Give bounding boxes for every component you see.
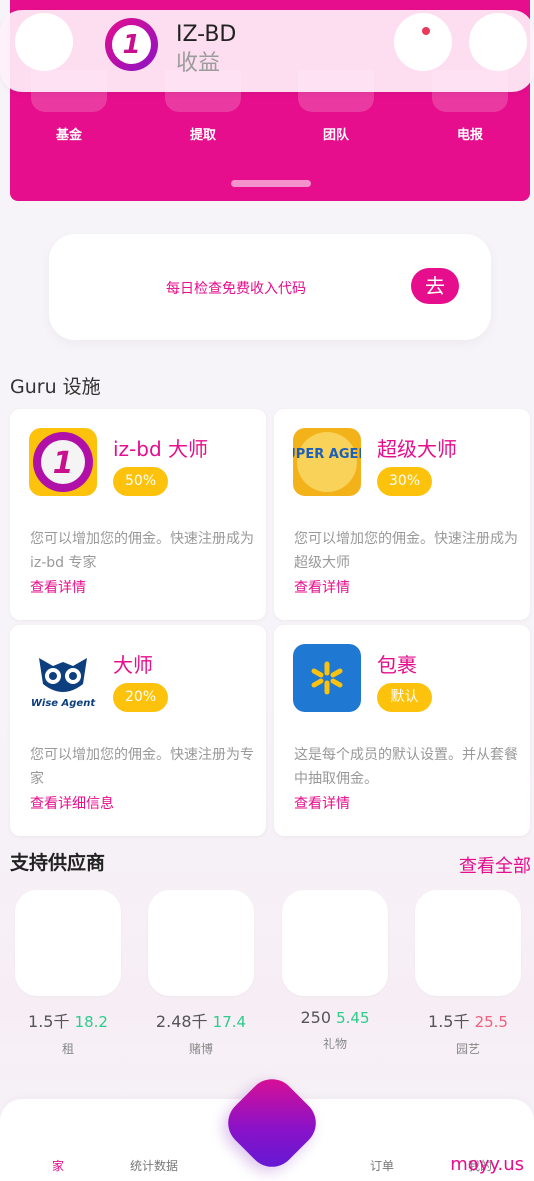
vendor-name: 礼物 — [322, 1037, 347, 1051]
quick-action-label: 电报 — [456, 128, 483, 143]
commission-badge: 默认 — [377, 683, 432, 712]
guru-card-izbd[interactable]: 1 iz-bd 大师 50% 您可以增加您的佣金。快速注册成为 iz-bd 专家… — [10, 409, 266, 620]
vendor-name: 园艺 — [455, 1042, 480, 1056]
guru-description: 您可以增加您的佣金。快速注册成为超级大师 — [294, 531, 518, 571]
vendor-count: 1.5千 — [28, 1012, 70, 1031]
carousel-indicator — [231, 180, 311, 187]
vendor-logo — [415, 890, 521, 996]
guru-name: iz-bd 大师 — [113, 437, 209, 461]
guru-card-package[interactable]: 包裹 默认 这是每个成员的默认设置。并从套餐中抽取佣金。 查看详情 — [274, 625, 530, 836]
vendor-stats: 1.5千 25.5 — [415, 1008, 521, 1032]
vendor-count: 250 — [300, 1008, 332, 1027]
svg-text:SUPER AGENT: SUPER AGENT — [293, 447, 361, 462]
guru-details-link[interactable]: 查看详细信息 — [30, 793, 114, 813]
commission-badge: 30% — [377, 467, 433, 496]
guru-description: 您可以增加您的佣金。快速注册成为 iz-bd 专家 — [30, 531, 254, 571]
daily-code-card: 每日检查免费收入代码 去 — [49, 234, 491, 340]
vendor-value: 17.4 — [212, 1013, 247, 1031]
guru-name: 超级大师 — [377, 437, 457, 461]
view-all-link[interactable]: 查看全部 — [459, 852, 531, 878]
vendors-title: 支持供应商 — [10, 852, 106, 874]
vendor-name: 租 — [61, 1042, 74, 1056]
vendor-count: 2.48千 — [155, 1012, 208, 1031]
brand-logo-mark: 1 — [112, 25, 151, 64]
izbd-logo-icon: 1 — [29, 428, 97, 496]
vendor-logo — [15, 890, 121, 996]
vendor-stats: 250 5.45 — [282, 1008, 388, 1027]
notification-button[interactable] — [394, 13, 452, 71]
guru-section-title: Guru 设施 — [10, 376, 101, 398]
watermark: moyy.us — [450, 1154, 524, 1175]
svg-text:1: 1 — [53, 446, 74, 481]
vendor-item-gift[interactable]: 250 5.45 礼物 — [282, 890, 388, 1052]
guru-details-link[interactable]: 查看详情 — [294, 577, 350, 597]
guru-details-link[interactable]: 查看详情 — [30, 577, 86, 597]
wise-agent-owl-logo-icon: Wise Agent — [29, 644, 97, 712]
spark-logo-icon — [293, 644, 361, 712]
top-header: 1 IZ-BD 收益 — [0, 10, 534, 92]
guru-name: 包裹 — [377, 653, 417, 677]
vendor-logo — [148, 890, 254, 996]
commission-badge: 50% — [113, 467, 169, 496]
guru-name: 大师 — [113, 653, 153, 677]
nav-orders[interactable]: 订单 — [370, 1157, 394, 1174]
menu-button[interactable] — [15, 13, 73, 71]
notification-dot — [422, 27, 430, 35]
guru-details-link[interactable]: 查看详情 — [294, 793, 350, 813]
brand-name: IZ-BD — [176, 22, 237, 47]
guru-description: 这是每个成员的默认设置。并从套餐中抽取佣金。 — [294, 747, 518, 787]
brand-logo: 1 — [105, 18, 158, 71]
vendor-value: 25.5 — [474, 1013, 508, 1031]
super-agent-logo-icon: SUPER AGENT — [293, 428, 361, 496]
vendor-stats: 2.48千 17.4 — [148, 1008, 254, 1032]
vendor-item-rent[interactable]: 1.5千 18.2 租 — [15, 890, 121, 1057]
vendor-item-gardening[interactable]: 1.5千 25.5 园艺 — [415, 890, 521, 1057]
nav-stats[interactable]: 统计数据 — [130, 1157, 178, 1174]
profile-button[interactable] — [469, 13, 527, 71]
daily-code-text: 每日检查免费收入代码 — [166, 281, 306, 297]
vendor-logo — [282, 890, 388, 996]
brand-subtitle: 收益 — [176, 51, 221, 76]
quick-action-label: 提取 — [189, 128, 216, 143]
guru-description: 您可以增加您的佣金。快速注册为专家 — [30, 747, 254, 787]
commission-badge: 20% — [113, 683, 169, 712]
svg-text:Wise Agent: Wise Agent — [31, 698, 96, 709]
vendor-item-gambling[interactable]: 2.48千 17.4 赌博 — [148, 890, 254, 1057]
vendor-stats: 1.5千 18.2 — [15, 1008, 121, 1032]
vendor-name: 赌博 — [188, 1042, 213, 1056]
vendor-value: 18.2 — [74, 1013, 108, 1031]
guru-card-super[interactable]: SUPER AGENT 超级大师 30% 您可以增加您的佣金。快速注册成为超级大… — [274, 409, 530, 620]
go-button[interactable]: 去 — [411, 268, 459, 304]
quick-action-label: 基金 — [55, 128, 82, 143]
nav-home[interactable]: 家 — [52, 1157, 64, 1174]
vendor-count: 1.5千 — [428, 1012, 470, 1031]
guru-card-master[interactable]: Wise Agent 大师 20% 您可以增加您的佣金。快速注册为专家 查看详细… — [10, 625, 266, 836]
quick-action-label: 团队 — [322, 128, 349, 143]
vendor-value: 5.45 — [336, 1009, 370, 1027]
